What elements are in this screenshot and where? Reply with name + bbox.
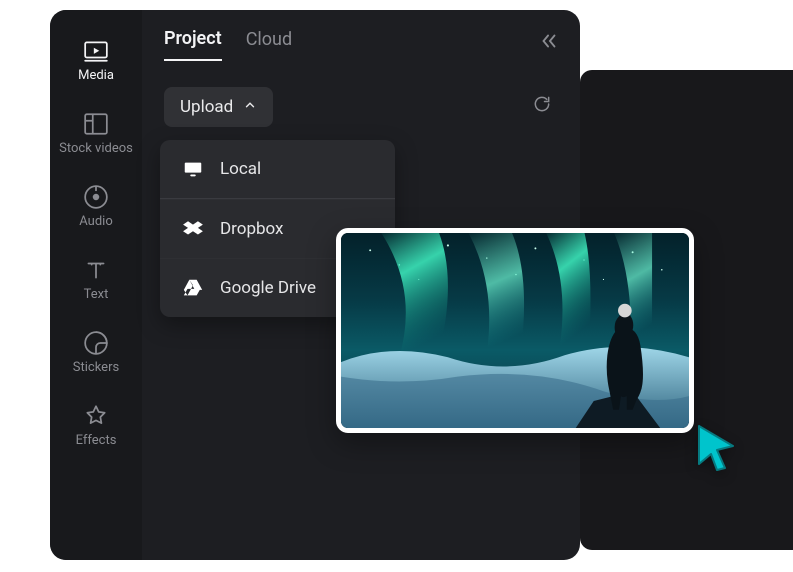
sidebar-item-label: Media — [78, 68, 114, 83]
collapse-panel-button[interactable] — [538, 30, 560, 56]
chevron-up-icon — [243, 97, 257, 117]
sidebar-item-stock-videos[interactable]: Stock videos — [56, 101, 136, 170]
media-tabs: Project Cloud — [164, 28, 558, 61]
tab-project[interactable]: Project — [164, 28, 222, 61]
sidebar-item-stickers[interactable]: Stickers — [56, 320, 136, 389]
sidebar-item-label: Audio — [79, 214, 112, 229]
sidebar-item-label: Text — [84, 287, 109, 302]
stickers-icon — [83, 330, 109, 356]
media-icon — [83, 38, 109, 64]
upload-option-label: Local — [220, 159, 261, 179]
sidebar-item-text[interactable]: Text — [56, 247, 136, 316]
effects-icon — [83, 403, 109, 429]
upload-label: Upload — [180, 97, 233, 117]
sidebar-item-effects[interactable]: Effects — [56, 393, 136, 462]
tab-cloud[interactable]: Cloud — [246, 29, 292, 60]
sidebar-item-label: Stock videos — [59, 141, 133, 156]
upload-option-label: Dropbox — [220, 219, 284, 239]
cursor-icon — [693, 420, 741, 478]
sidebar-item-audio[interactable]: Audio — [56, 174, 136, 243]
tool-sidebar: Media Stock videos Audio Text Stickers — [50, 10, 142, 560]
text-icon — [83, 257, 109, 283]
refresh-icon — [532, 99, 552, 118]
refresh-button[interactable] — [532, 94, 552, 118]
sidebar-item-label: Stickers — [73, 360, 119, 375]
stock-videos-icon — [83, 111, 109, 137]
sidebar-item-label: Effects — [76, 433, 117, 448]
tab-label: Cloud — [246, 29, 292, 50]
upload-option-local[interactable]: Local — [160, 140, 395, 199]
media-thumbnail[interactable] — [336, 228, 694, 433]
local-icon — [182, 158, 204, 180]
upload-button[interactable]: Upload — [164, 87, 273, 127]
upload-option-label: Google Drive — [220, 278, 316, 298]
tab-label: Project — [164, 28, 222, 49]
dropbox-icon — [182, 218, 204, 240]
audio-icon — [83, 184, 109, 210]
google-drive-icon — [182, 277, 204, 299]
sidebar-item-media[interactable]: Media — [56, 28, 136, 97]
